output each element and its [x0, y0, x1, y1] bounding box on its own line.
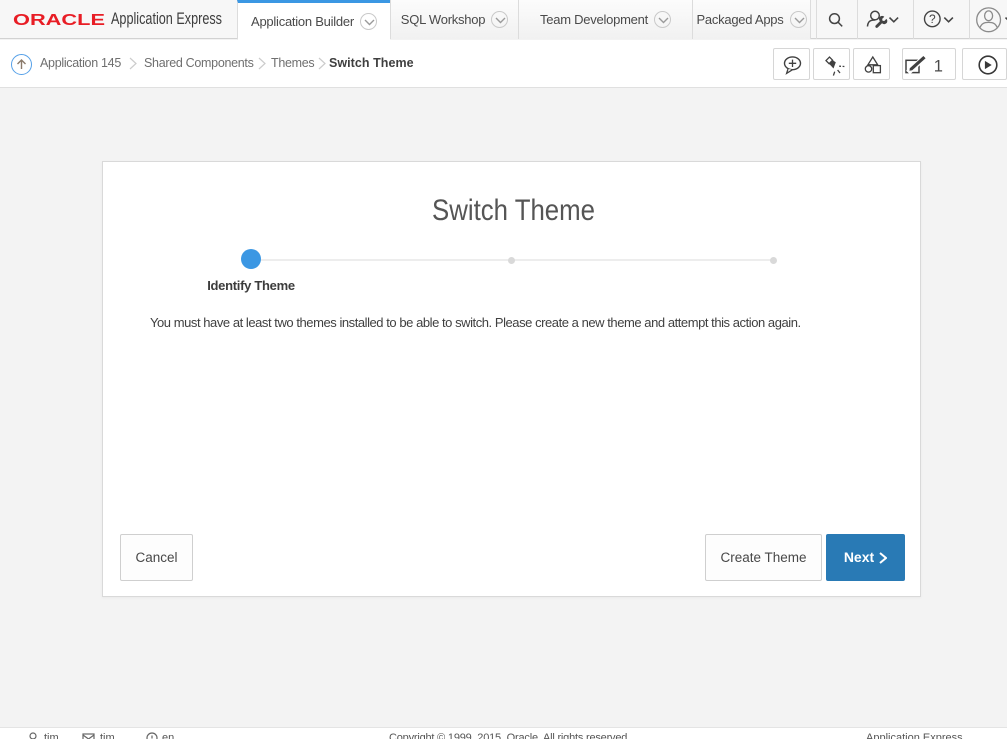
svg-text:Application Express: Application Express: [111, 9, 222, 28]
svg-text:1: 1: [934, 58, 943, 76]
svg-text:ORACLE: ORACLE: [13, 12, 105, 29]
svg-text:?: ?: [929, 12, 936, 26]
